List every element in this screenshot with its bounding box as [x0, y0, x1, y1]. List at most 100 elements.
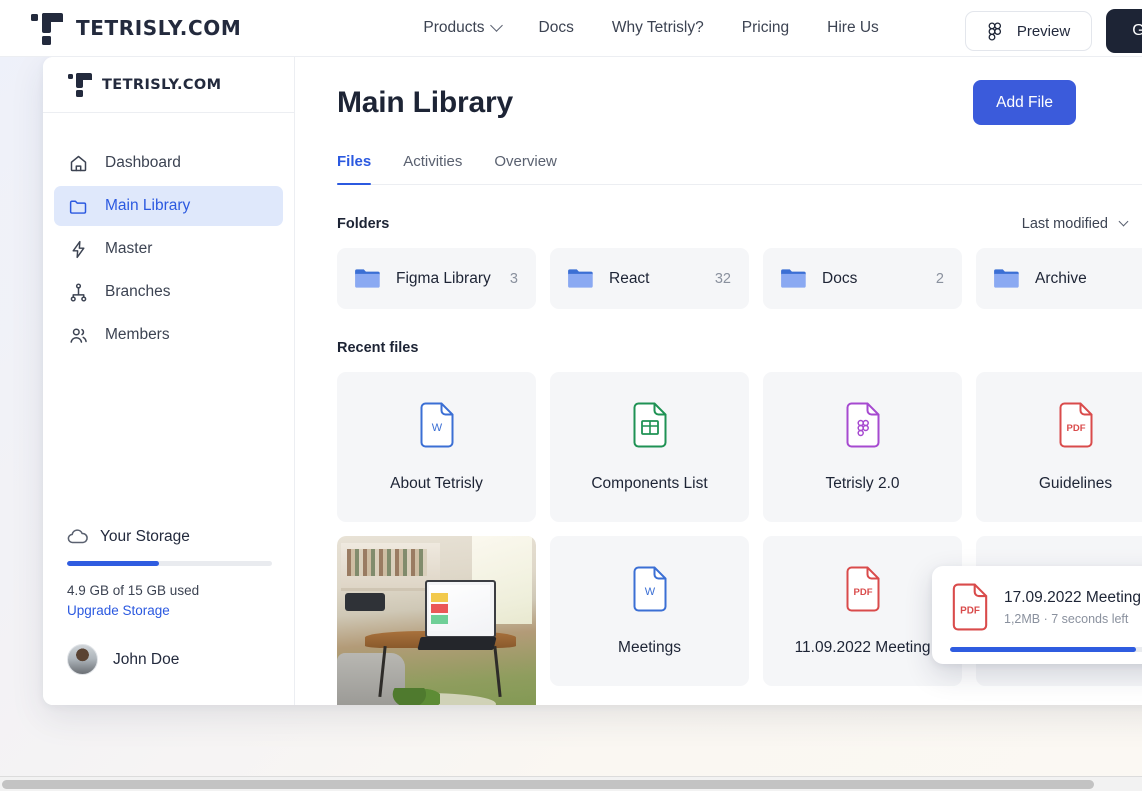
file-name: Tetrisly 2.0: [825, 474, 900, 492]
nav-item-docs[interactable]: Docs: [539, 19, 574, 37]
tab-activities[interactable]: Activities: [403, 153, 462, 184]
get-button[interactable]: Get: [1106, 9, 1142, 53]
sidebar: TETRISLY.COM Dashboard Main Library Mast…: [43, 57, 295, 705]
recent-files-section-header: Recent files: [337, 340, 1127, 356]
folder-icon: [568, 269, 593, 288]
header-actions: Preview Get: [964, 9, 1142, 53]
sidebar-nav: Dashboard Main Library Master Branches M…: [43, 113, 294, 355]
chevron-down-icon: [1118, 216, 1129, 226]
file-name: Meetings: [618, 638, 681, 656]
folder-name: Archive: [1035, 269, 1087, 287]
sidebar-item-label: Branches: [105, 283, 171, 300]
photo-thumbnail: [337, 536, 536, 705]
file-card-components-list[interactable]: Components List: [550, 372, 749, 522]
folder-icon: [355, 269, 380, 288]
site-header: TETRISLY.COM Products Docs Why Tetrisly?…: [0, 0, 1142, 57]
tab-overview[interactable]: Overview: [494, 153, 557, 184]
sort-dropdown[interactable]: Last modified: [1021, 216, 1129, 232]
tab-files[interactable]: Files: [337, 153, 372, 185]
figma-file-icon: [846, 402, 879, 447]
folder-card-docs[interactable]: Docs 2: [763, 248, 962, 309]
folder-icon: [781, 269, 806, 288]
site-logo[interactable]: TETRISLY.COM: [31, 10, 241, 46]
storage-section: Your Storage 4.9 GB of 15 GB used Upgrad…: [43, 528, 294, 618]
sidebar-item-label: Main Library: [105, 197, 191, 214]
pdf-file-icon: PDF: [1059, 402, 1092, 447]
upload-toast[interactable]: PDF 17.09.2022 Meeting 1,2MB · 7 seconds…: [932, 566, 1142, 664]
preview-button[interactable]: Preview: [964, 11, 1093, 51]
file-name: Components List: [591, 474, 708, 492]
folder-card-archive[interactable]: Archive: [976, 248, 1142, 309]
folder-count: 2: [935, 270, 944, 287]
storage-used-text: 4.9 GB of 15 GB used: [67, 583, 200, 598]
lightning-bolt-icon: [72, 240, 85, 258]
add-file-button[interactable]: Add File: [973, 80, 1076, 125]
upload-progress-fill: [950, 647, 1136, 652]
nav-item-label: Products: [423, 19, 485, 36]
nav-item-products[interactable]: Products: [423, 18, 503, 37]
word-file-icon: W: [420, 402, 453, 447]
nav-item-why-tetrisly[interactable]: Why Tetrisly?: [612, 19, 704, 37]
file-card-photo-thumbnail[interactable]: [337, 536, 536, 705]
file-name: 11.09.2022 Meeting: [794, 638, 931, 656]
pdf-file-icon: PDF: [952, 583, 988, 631]
folder-icon: [69, 200, 87, 214]
pdf-file-icon: PDF: [846, 566, 879, 611]
svg-text:W: W: [644, 586, 655, 598]
svg-text:PDF: PDF: [1066, 423, 1085, 434]
chevron-down-icon: [489, 18, 503, 32]
sidebar-item-dashboard[interactable]: Dashboard: [54, 143, 283, 183]
sidebar-item-master[interactable]: Master: [54, 229, 283, 269]
avatar: [67, 644, 98, 675]
svg-text:PDF: PDF: [853, 587, 872, 598]
upgrade-storage-link[interactable]: Upgrade Storage: [67, 603, 272, 618]
members-icon: [70, 327, 87, 343]
storage-header: Your Storage: [67, 528, 272, 546]
svg-text:W: W: [431, 422, 442, 434]
sidebar-item-members[interactable]: Members: [54, 315, 283, 355]
sidebar-item-main-library[interactable]: Main Library: [54, 186, 283, 226]
nav-item-pricing[interactable]: Pricing: [742, 19, 789, 37]
file-card-tetrisly-2-0[interactable]: Tetrisly 2.0: [763, 372, 962, 522]
folder-name: Docs: [822, 269, 858, 287]
cloud-icon: [67, 529, 88, 544]
horizontal-scrollbar[interactable]: [0, 776, 1142, 791]
horizontal-scrollbar-thumb[interactable]: [2, 780, 1094, 789]
storage-progress-bar: [67, 561, 272, 566]
sidebar-logo[interactable]: TETRISLY.COM: [43, 57, 294, 113]
figma-icon: [988, 21, 1001, 41]
file-card-meetings[interactable]: W Meetings: [550, 536, 749, 686]
user-name: John Doe: [113, 650, 180, 668]
folders-row: Figma Library 3 React 32 Docs 2 Archive: [337, 248, 1142, 309]
sidebar-item-branches[interactable]: Branches: [54, 272, 283, 312]
sort-dropdown-label: Last modified: [1021, 216, 1108, 232]
sidebar-item-label: Members: [105, 326, 170, 343]
upload-file-name: 17.09.2022 Meeting: [1004, 588, 1142, 606]
upload-toast-row: PDF 17.09.2022 Meeting 1,2MB · 7 seconds…: [950, 583, 1142, 631]
upload-file-meta: 1,2MB · 7 seconds left: [1004, 611, 1129, 626]
storage-progress-fill: [67, 561, 160, 566]
branches-icon: [70, 282, 87, 302]
sidebar-item-label: Master: [105, 240, 153, 257]
folder-icon: [994, 269, 1019, 288]
preview-button-label: Preview: [1016, 22, 1071, 40]
file-card-about-tetrisly[interactable]: W About Tetrisly: [337, 372, 536, 522]
user-profile[interactable]: John Doe: [43, 618, 294, 705]
folder-count: 32: [714, 270, 731, 287]
svg-text:PDF: PDF: [960, 605, 980, 616]
sidebar-brand-name: TETRISLY.COM: [102, 76, 222, 93]
folder-name: Figma Library: [396, 269, 491, 287]
folder-card-figma-library[interactable]: Figma Library 3: [337, 248, 536, 309]
site-brand-name: TETRISLY.COM: [76, 16, 242, 40]
nav-item-hire-us[interactable]: Hire Us: [827, 19, 879, 37]
folder-count: 3: [509, 270, 518, 287]
upload-progress-bar: [950, 647, 1142, 652]
recent-files-title: Recent files: [337, 340, 419, 356]
file-name: About Tetrisly: [390, 474, 483, 492]
tab-bar: Files Activities Overview: [337, 153, 1142, 185]
main-nav: Products Docs Why Tetrisly? Pricing Hire…: [423, 18, 879, 37]
folder-card-react[interactable]: React 32: [550, 248, 749, 309]
word-file-icon: W: [633, 566, 666, 611]
spreadsheet-file-icon: [633, 402, 666, 447]
file-card-guidelines[interactable]: PDF Guidelines: [976, 372, 1142, 522]
